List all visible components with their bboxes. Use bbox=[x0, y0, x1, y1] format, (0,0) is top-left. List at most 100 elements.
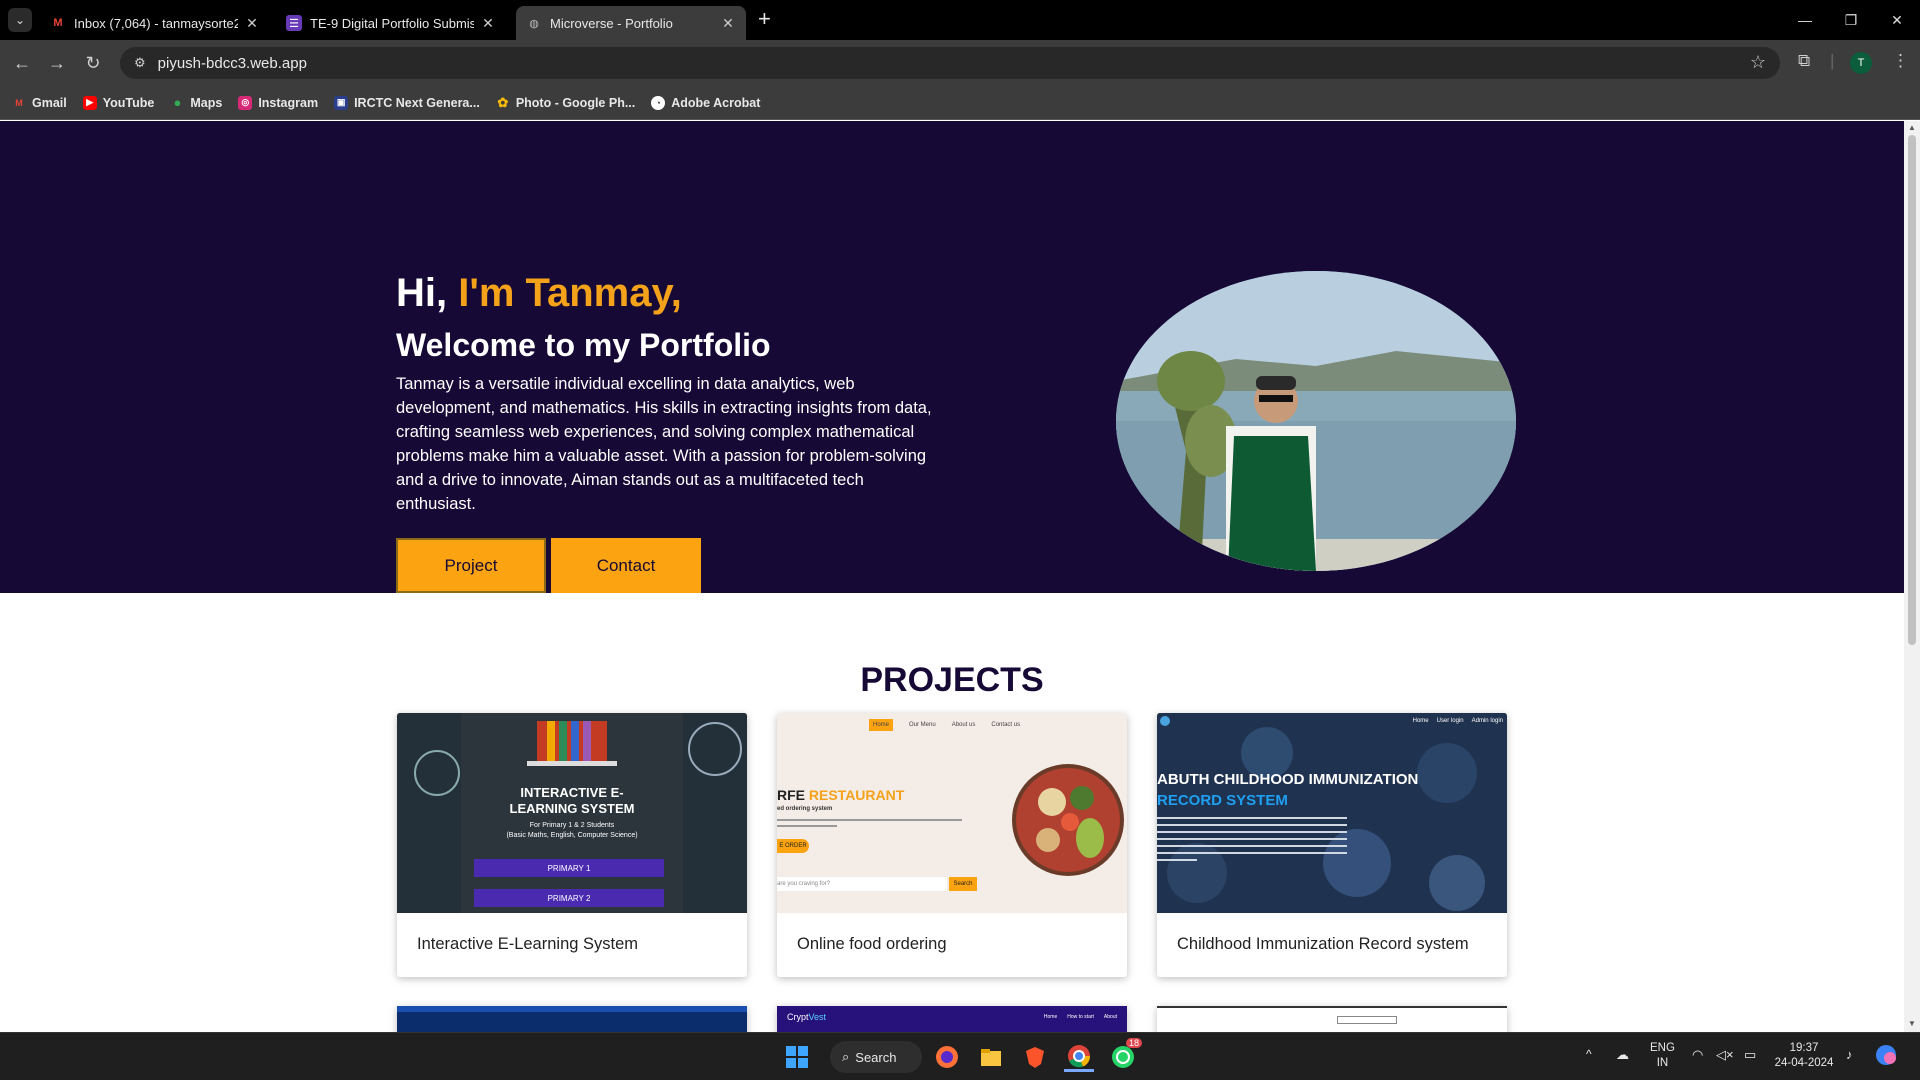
hero-description: Tanmay is a versatile individual excelli… bbox=[396, 375, 932, 513]
close-icon[interactable]: ✕ bbox=[480, 15, 496, 32]
project-card-row2-3[interactable] bbox=[1157, 1006, 1507, 1032]
thumb-nav: Home How to start About bbox=[1044, 1014, 1117, 1020]
address-bar[interactable]: ⚙ piyush-bdcc3.web.app ☆ bbox=[120, 47, 1780, 79]
hero-greeting: Hi, I'm Tanmay, bbox=[396, 271, 682, 316]
close-window-button[interactable]: ✕ bbox=[1874, 0, 1920, 40]
thumb-order-button: E ORDER bbox=[777, 839, 809, 853]
thumb-primary1-button: PRIMARY 1 bbox=[474, 859, 664, 877]
bookmark-acrobat[interactable]: ◔ Adobe Acrobat bbox=[651, 95, 761, 110]
bookmark-youtube[interactable]: ▶ YouTube bbox=[82, 95, 155, 110]
project-caption: Interactive E-Learning System bbox=[417, 935, 639, 953]
hero-section: Hi, I'm Tanmay, Welcome to my Portfolio … bbox=[0, 121, 1904, 593]
file-explorer-icon[interactable] bbox=[976, 1042, 1006, 1072]
tab-title: TE-9 Digital Portfolio Submissi bbox=[310, 15, 474, 31]
thumb-subtitle: For Primary 1 & 2 Students bbox=[529, 822, 615, 829]
restore-button[interactable]: ❐ bbox=[1828, 0, 1874, 40]
clock-time: 19:37 bbox=[1789, 1042, 1819, 1054]
site-info-icon[interactable]: ⚙ bbox=[134, 55, 146, 71]
project-card-row2-2[interactable]: CryptVest Home How to start About bbox=[777, 1006, 1127, 1032]
youtube-icon: ▶ bbox=[82, 95, 97, 110]
brave-icon[interactable] bbox=[1020, 1042, 1050, 1072]
clock-date: 24-04-2024 bbox=[1774, 1057, 1834, 1069]
scroll-up-icon[interactable]: ▲ bbox=[1907, 123, 1917, 132]
thumb-title-line: ABUTH CHILDHOOD IMMUNIZATION bbox=[1157, 771, 1419, 788]
bookmark-instagram[interactable]: ◎ Instagram bbox=[238, 95, 318, 110]
page-scrollbar[interactable]: ▲ ▼ bbox=[1904, 121, 1920, 1032]
gmail-icon: M bbox=[15, 97, 23, 108]
bookmark-label: Adobe Acrobat bbox=[671, 95, 761, 110]
hero-subtitle: Welcome to my Portfolio bbox=[396, 327, 771, 363]
search-label: Search bbox=[855, 1049, 897, 1065]
scroll-down-icon[interactable]: ▼ bbox=[1907, 1019, 1917, 1028]
elearning-thumb-title: INTERACTIVE E- LEARNING SYSTEM For Prima… bbox=[397, 785, 747, 841]
greeting-text: Hi, bbox=[396, 271, 459, 315]
projects-heading: PROJECTS bbox=[860, 661, 1044, 699]
thumb-search-box: are you craving for? bbox=[777, 877, 947, 891]
profile-avatar[interactable]: T bbox=[1850, 52, 1872, 74]
brand-part: Vest bbox=[808, 1012, 827, 1022]
thumb-nav: Home Our Menu About us Contact us bbox=[869, 719, 1020, 731]
clock[interactable]: 19:37 24-04-2024 bbox=[1772, 1041, 1836, 1071]
thumb-tagline: ed ordering system bbox=[777, 806, 833, 812]
irctc-icon: ▣ bbox=[334, 95, 349, 110]
tab-title: Microverse - Portfolio bbox=[550, 15, 673, 31]
lang-line: ENG bbox=[1650, 1042, 1675, 1054]
volume-muted-icon[interactable]: ◁× bbox=[1716, 1047, 1734, 1062]
url-text: piyush-bdcc3.web.app bbox=[157, 54, 307, 72]
bookmark-star-icon[interactable]: ☆ bbox=[1750, 52, 1766, 73]
menu-icon[interactable]: ⋮ bbox=[1892, 51, 1909, 71]
tab-gmail[interactable]: M Inbox (7,064) - tanmaysorte20 ✕ bbox=[40, 6, 270, 40]
forms-icon: ☰ bbox=[286, 15, 302, 31]
chrome-icon[interactable] bbox=[1064, 1042, 1094, 1072]
thumb-search-placeholder: are you craving for? bbox=[777, 881, 831, 887]
copilot-icon[interactable] bbox=[1874, 1043, 1898, 1072]
project-card-row2-1[interactable] bbox=[397, 1006, 747, 1032]
thumb-immunization-title: ABUTH CHILDHOOD IMMUNIZATION RECORD SYST… bbox=[1157, 769, 1418, 811]
project-card-immunization[interactable]: Home User login Admin login ABUTH CHILDH… bbox=[1157, 713, 1507, 977]
browser-toolbar: ← → ↻ ⚙ piyush-bdcc3.web.app ☆ ⧉ | T ⋮ bbox=[0, 40, 1920, 86]
thumb-brand: CryptVest bbox=[787, 1012, 826, 1022]
new-tab-button[interactable]: + bbox=[758, 8, 771, 30]
minimize-button[interactable]: — bbox=[1782, 0, 1828, 40]
globe-icon: ◍ bbox=[529, 17, 539, 30]
project-caption: Childhood Immunization Record system bbox=[1177, 935, 1469, 953]
extensions-icon[interactable]: ⧉ bbox=[1798, 51, 1810, 71]
onedrive-icon[interactable]: ☁ bbox=[1616, 1047, 1629, 1062]
thumb-subtitle: (Basic Maths, English, Computer Science) bbox=[506, 832, 638, 839]
brand-part: Crypt bbox=[787, 1012, 809, 1022]
wifi-icon[interactable]: ◠ bbox=[1692, 1047, 1703, 1062]
windows-start-icon[interactable] bbox=[782, 1042, 812, 1072]
acrobat-icon: ◔ bbox=[651, 95, 666, 110]
tray-chevron-icon[interactable]: ^ bbox=[1586, 1047, 1592, 1062]
bookmark-photos[interactable]: ✿ Photo - Google Ph... bbox=[496, 94, 635, 110]
bookmark-irctc[interactable]: ▣ IRCTC Next Genera... bbox=[334, 95, 480, 110]
scroll-thumb[interactable] bbox=[1908, 135, 1916, 645]
tab-search-button[interactable]: ⌄ bbox=[8, 8, 32, 32]
bookmarks-bar: M Gmail ▶ YouTube ● Maps ◎ Instagram ▣ IRCTC … bbox=[0, 86, 1920, 120]
back-button[interactable]: ← bbox=[10, 51, 34, 75]
tab-forms[interactable]: ☰ TE-9 Digital Portfolio Submissi ✕ bbox=[276, 6, 506, 40]
project-thumbnail: Home Our Menu About us Contact us RFE RE… bbox=[777, 713, 1127, 913]
project-card-elearning[interactable]: INTERACTIVE E- LEARNING SYSTEM For Prima… bbox=[397, 713, 747, 977]
project-card-food-ordering[interactable]: Home Our Menu About us Contact us RFE RE… bbox=[777, 713, 1127, 977]
bookmark-label: Gmail bbox=[32, 95, 67, 110]
project-button[interactable]: Project bbox=[396, 538, 546, 593]
bookmark-label: YouTube bbox=[102, 95, 155, 110]
taskbar-search[interactable]: ⌕ Search bbox=[830, 1041, 922, 1073]
toolbar-divider: | bbox=[1830, 51, 1835, 70]
reload-button[interactable]: ↻ bbox=[81, 51, 105, 75]
tab-portfolio[interactable]: ◍ Microverse - Portfolio ✕ bbox=[516, 6, 746, 40]
firefox-icon[interactable] bbox=[932, 1042, 962, 1072]
language-indicator[interactable]: ENG IN bbox=[1650, 1041, 1675, 1071]
notification-bell-icon[interactable]: ♪ bbox=[1846, 1047, 1853, 1062]
bookmark-gmail[interactable]: M Gmail bbox=[12, 96, 67, 110]
close-icon[interactable]: ✕ bbox=[244, 15, 260, 32]
whatsapp-icon[interactable]: 18 bbox=[1108, 1038, 1143, 1072]
bookmark-maps[interactable]: ● Maps bbox=[170, 95, 222, 110]
forward-button[interactable]: → bbox=[45, 51, 69, 75]
battery-icon[interactable]: ▭ bbox=[1744, 1047, 1756, 1062]
close-icon[interactable]: ✕ bbox=[720, 15, 736, 32]
thumb-nav-item: About us bbox=[951, 722, 976, 728]
contact-button[interactable]: Contact bbox=[551, 538, 701, 593]
photos-icon: ✿ bbox=[497, 94, 509, 110]
